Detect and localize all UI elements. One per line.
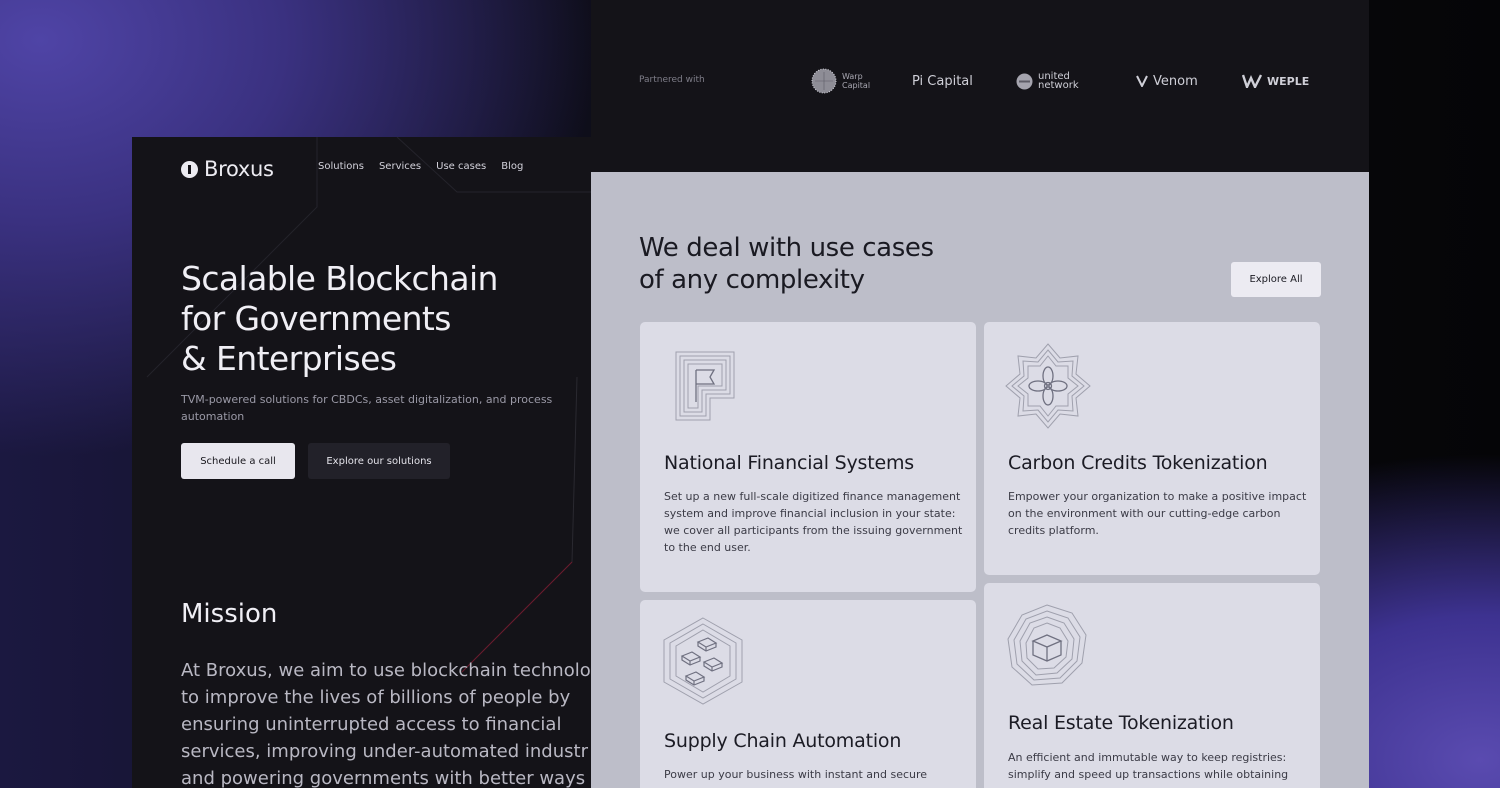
use-case-card-real-estate[interactable]: Real Estate Tokenization An efficient an… — [984, 583, 1320, 788]
partner-warp-capital[interactable]: Warp Capital — [811, 68, 870, 94]
nav-solutions[interactable]: Solutions — [318, 161, 364, 172]
partner-venom[interactable]: Venom — [1136, 68, 1198, 94]
partner-pi-capital[interactable]: Pi Capital — [912, 68, 973, 94]
pi-capital-wordmark: Pi Capital — [912, 73, 973, 89]
brand-name: Broxus — [204, 157, 274, 181]
main-nav: Solutions Services Use cases Blog — [318, 161, 523, 172]
partner-united-network[interactable]: united network — [1016, 68, 1079, 94]
nav-use-cases[interactable]: Use cases — [436, 161, 486, 172]
mission-line: to improve the lives of billions of peop… — [181, 687, 571, 708]
venom-logo-icon — [1136, 75, 1148, 87]
explore-all-button[interactable]: Explore All — [1231, 262, 1321, 297]
nav-blog[interactable]: Blog — [501, 161, 523, 172]
weple-wordmark: WEPLE — [1267, 74, 1310, 88]
schedule-call-button[interactable]: Schedule a call — [181, 443, 295, 479]
brand-logo[interactable]: Broxus — [181, 157, 274, 181]
mission-line: and powering governments with better way… — [181, 768, 586, 788]
venom-wordmark: Venom — [1153, 73, 1198, 89]
united-network-logo-icon — [1016, 73, 1033, 89]
mission-title: Mission — [181, 599, 278, 629]
explore-solutions-button[interactable]: Explore our solutions — [308, 443, 450, 479]
warp-capital-wordmark: Warp Capital — [842, 72, 871, 90]
card-description: An efficient and immutable way to keep r… — [1008, 751, 1289, 781]
card-description: Empower your organization to make a posi… — [1008, 490, 1307, 537]
mission-line: services, improving under-automated indu… — [181, 741, 588, 762]
use-case-card-supply-chain[interactable]: Supply Chain Automation Power up your bu… — [640, 600, 976, 788]
blocks-icon — [663, 617, 743, 705]
partners-section: Partnered with Warp Capital Pi Capital u… — [591, 0, 1369, 172]
weple-logo-icon — [1242, 74, 1262, 88]
nav-services[interactable]: Services — [379, 161, 421, 172]
cube-icon — [1007, 604, 1087, 686]
flower-icon — [1005, 343, 1091, 429]
use-cases-title: We deal with use cases of any complexity — [639, 233, 934, 295]
mission-line: ensuring uninterrupted access to financi… — [181, 714, 562, 735]
card-title: Supply Chain Automation — [664, 730, 902, 752]
use-case-card-national-financial[interactable]: National Financial Systems Set up a new … — [640, 322, 976, 592]
broxus-logo-icon — [181, 160, 198, 178]
partnered-label: Partnered with — [639, 75, 705, 85]
use-case-card-carbon-credits[interactable]: Carbon Credits Tokenization Empower your… — [984, 322, 1320, 575]
partner-weple[interactable]: WEPLE — [1242, 68, 1309, 94]
use-cases-section: We deal with use cases of any complexity… — [591, 172, 1369, 788]
card-title: Carbon Credits Tokenization — [1008, 452, 1268, 474]
flag-icon — [675, 351, 735, 421]
card-description: Set up a new full-scale digitized financ… — [664, 490, 963, 554]
united-network-wordmark: united network — [1038, 71, 1079, 91]
warp-capital-logo-icon — [811, 68, 837, 94]
hero-subtitle: TVM-powered solutions for CBDCs, asset d… — [181, 393, 553, 423]
card-title: National Financial Systems — [664, 452, 915, 474]
hero-page-preview: Broxus Solutions Services Use cases Blog… — [132, 137, 602, 788]
mission-text: At Broxus, we aim to use blockchain tech… — [181, 657, 602, 788]
mission-line: At Broxus, we aim to use blockchain tech… — [181, 660, 591, 681]
card-title: Real Estate Tokenization — [1008, 712, 1234, 734]
hero-title: Scalable Blockchain for Governments & En… — [181, 259, 498, 378]
card-description: Power up your business with instant and … — [664, 768, 928, 781]
